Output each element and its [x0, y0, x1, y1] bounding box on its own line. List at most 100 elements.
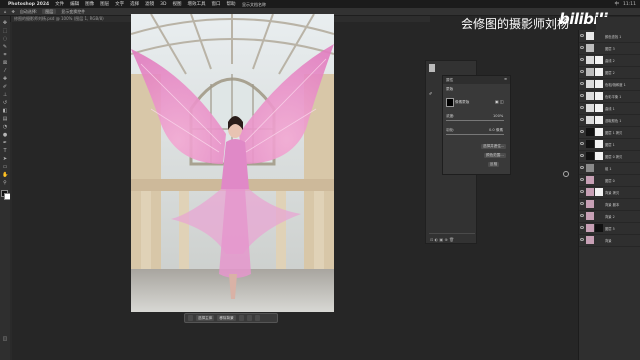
app-menu[interactable]: Photoshop 2024 — [8, 2, 49, 7]
gradient-tool-icon[interactable]: ▤ — [2, 116, 8, 122]
layer-name[interactable]: 色彩平衡 1 — [605, 94, 621, 99]
menu-icon[interactable]: ≡ — [504, 77, 507, 81]
layer-name[interactable]: 颜色查找 1 — [605, 34, 621, 39]
layer-name[interactable]: 图层 0 拷贝 — [605, 154, 622, 159]
history-brush-tool-icon[interactable]: ↺ — [2, 100, 8, 106]
menu-type[interactable]: 文字 — [115, 1, 124, 7]
layers-panel[interactable]: 颜色查找 1 图层 3 曲线 2 图层 2 色相/饱和度 1 色彩平衡 1 曲线… — [578, 30, 640, 360]
eye-icon[interactable] — [580, 166, 584, 169]
type-tool-icon[interactable]: T — [2, 148, 8, 154]
ctx-adjust-icon[interactable] — [246, 315, 252, 321]
dodge-tool-icon[interactable]: ● — [2, 132, 8, 138]
density-slider[interactable] — [446, 120, 504, 121]
eye-icon[interactable] — [580, 94, 584, 97]
menu-plugins[interactable]: 增效工具 — [187, 1, 205, 7]
auto-select-dropdown[interactable]: 图层 — [42, 9, 57, 14]
select-subject-button[interactable]: 选择主体 — [196, 315, 215, 321]
menu-window[interactable]: 窗口 — [211, 1, 220, 7]
eye-icon[interactable] — [580, 202, 584, 205]
input-method-indicator[interactable]: 中 — [615, 1, 620, 7]
layer-name[interactable]: 图层 2 — [605, 70, 615, 75]
invert-button[interactable]: 反相 — [488, 162, 500, 167]
eye-icon[interactable] — [580, 82, 584, 85]
path-select-tool-icon[interactable]: ➤ — [2, 156, 8, 162]
quick-mask-icon[interactable]: ◫ — [2, 336, 8, 342]
ctx-move-icon[interactable] — [188, 315, 193, 321]
eye-icon[interactable] — [580, 178, 584, 181]
layer-name[interactable]: 背景 2 — [605, 214, 615, 219]
marquee-tool-icon[interactable]: ⬚ — [2, 28, 8, 34]
menu-file[interactable]: 文件 — [55, 1, 64, 7]
panel-footer-icons[interactable]: ⊡ ◐ ▣ ⊕ 🗑 — [430, 237, 454, 242]
ctx-mask-icon[interactable] — [238, 315, 244, 321]
eye-icon[interactable] — [580, 154, 584, 157]
eraser-tool-icon[interactable]: ◧ — [2, 108, 8, 114]
layer-name[interactable]: 图层 3 — [605, 46, 615, 51]
menu-select[interactable]: 选择 — [130, 1, 139, 7]
density-value[interactable]: 100% — [493, 114, 503, 118]
eye-icon[interactable] — [580, 238, 584, 241]
layer-name[interactable]: 组 1 — [605, 166, 611, 171]
home-icon[interactable]: ⌂ — [4, 9, 7, 14]
layer-name[interactable]: 曲线 1 — [605, 106, 615, 111]
menu-filter[interactable]: 滤镜 — [145, 1, 154, 7]
menu-view[interactable]: 视图 — [172, 1, 181, 7]
move-tool-icon[interactable]: ✥ — [12, 9, 15, 14]
move-tool-icon[interactable]: ✥ — [2, 20, 8, 26]
document-canvas[interactable] — [131, 14, 334, 312]
eye-icon[interactable] — [580, 142, 584, 145]
frame-tool-icon[interactable]: ⊠ — [2, 60, 8, 66]
layer-name[interactable]: 选取颜色 1 — [605, 118, 621, 123]
layer-name[interactable]: 色相/饱和度 1 — [605, 82, 626, 87]
eye-icon[interactable] — [580, 106, 584, 109]
layer-name[interactable]: 图层 5 — [605, 226, 615, 231]
layer-name[interactable]: 背景 — [605, 238, 612, 243]
layer-name[interactable]: 图层 1 拷贝 — [605, 130, 622, 135]
color-range-button[interactable]: 颜色范围... — [484, 153, 506, 158]
zoom-tool-icon[interactable]: ⚲ — [2, 180, 8, 186]
show-transform-controls[interactable]: 显示变换控件 — [61, 9, 85, 15]
hand-tool-icon[interactable]: ✋ — [2, 172, 8, 178]
menu-edit[interactable]: 编辑 — [70, 1, 79, 7]
eye-icon[interactable] — [580, 46, 584, 49]
properties-panel[interactable]: 属性 ≡ 蒙版 像素蒙版 ▣ ◫ 浓度: 100% 羽化: 0.0 像素 选择并… — [442, 75, 511, 175]
pen-tool-icon[interactable]: ✒ — [2, 140, 8, 146]
pen-icon[interactable]: ✐ — [429, 91, 432, 96]
layer-name[interactable]: 背景 拷贝 — [605, 190, 619, 195]
clone-stamp-tool-icon[interactable]: ⊥ — [2, 92, 8, 98]
layer-thumbnail — [586, 44, 594, 52]
healing-brush-tool-icon[interactable]: ✚ — [2, 76, 8, 82]
menu-layer[interactable]: 图层 — [100, 1, 109, 7]
eye-icon[interactable] — [580, 226, 584, 229]
eye-icon[interactable] — [580, 190, 584, 193]
blur-tool-icon[interactable]: ◔ — [2, 124, 8, 130]
menu-3d[interactable]: 3D — [160, 2, 166, 7]
eye-icon[interactable] — [580, 58, 584, 61]
eye-icon[interactable] — [580, 214, 584, 217]
menu-help[interactable]: 帮助 — [226, 1, 235, 7]
menu-image[interactable]: 图像 — [85, 1, 94, 7]
eye-icon[interactable] — [580, 70, 584, 73]
layer-name[interactable]: 背景 副本 — [605, 202, 619, 207]
crop-tool-icon[interactable]: ⌗ — [2, 52, 8, 58]
auto-select-label[interactable]: 自动选择: — [20, 9, 37, 15]
layer-row[interactable]: 背景 — [579, 234, 640, 247]
select-and-mask-button[interactable]: 选择并遮住... — [481, 144, 507, 149]
quick-select-tool-icon[interactable]: ✎ — [2, 44, 8, 50]
layer-name[interactable]: 曲线 2 — [605, 58, 615, 63]
layer-name[interactable]: 图层 0 — [605, 178, 615, 183]
brush-tool-icon[interactable]: ✐ — [2, 84, 8, 90]
ctx-more-icon[interactable] — [254, 315, 260, 321]
remove-background-button[interactable]: 移除背景 — [217, 315, 236, 321]
eye-icon[interactable] — [580, 34, 584, 37]
layer-name[interactable]: 图层 1 — [605, 142, 615, 147]
feather-value[interactable]: 0.0 像素 — [489, 128, 503, 133]
lasso-tool-icon[interactable]: ◌ — [2, 36, 8, 42]
feather-slider[interactable] — [446, 134, 504, 135]
mask-options-icons[interactable]: ▣ ◫ — [495, 99, 504, 104]
rectangle-tool-icon[interactable]: ▭ — [2, 164, 8, 170]
eye-icon[interactable] — [580, 118, 584, 121]
eye-icon[interactable] — [580, 130, 584, 133]
eyedropper-tool-icon[interactable]: ⁄ — [2, 68, 8, 74]
properties-title[interactable]: 属性 — [446, 78, 453, 83]
